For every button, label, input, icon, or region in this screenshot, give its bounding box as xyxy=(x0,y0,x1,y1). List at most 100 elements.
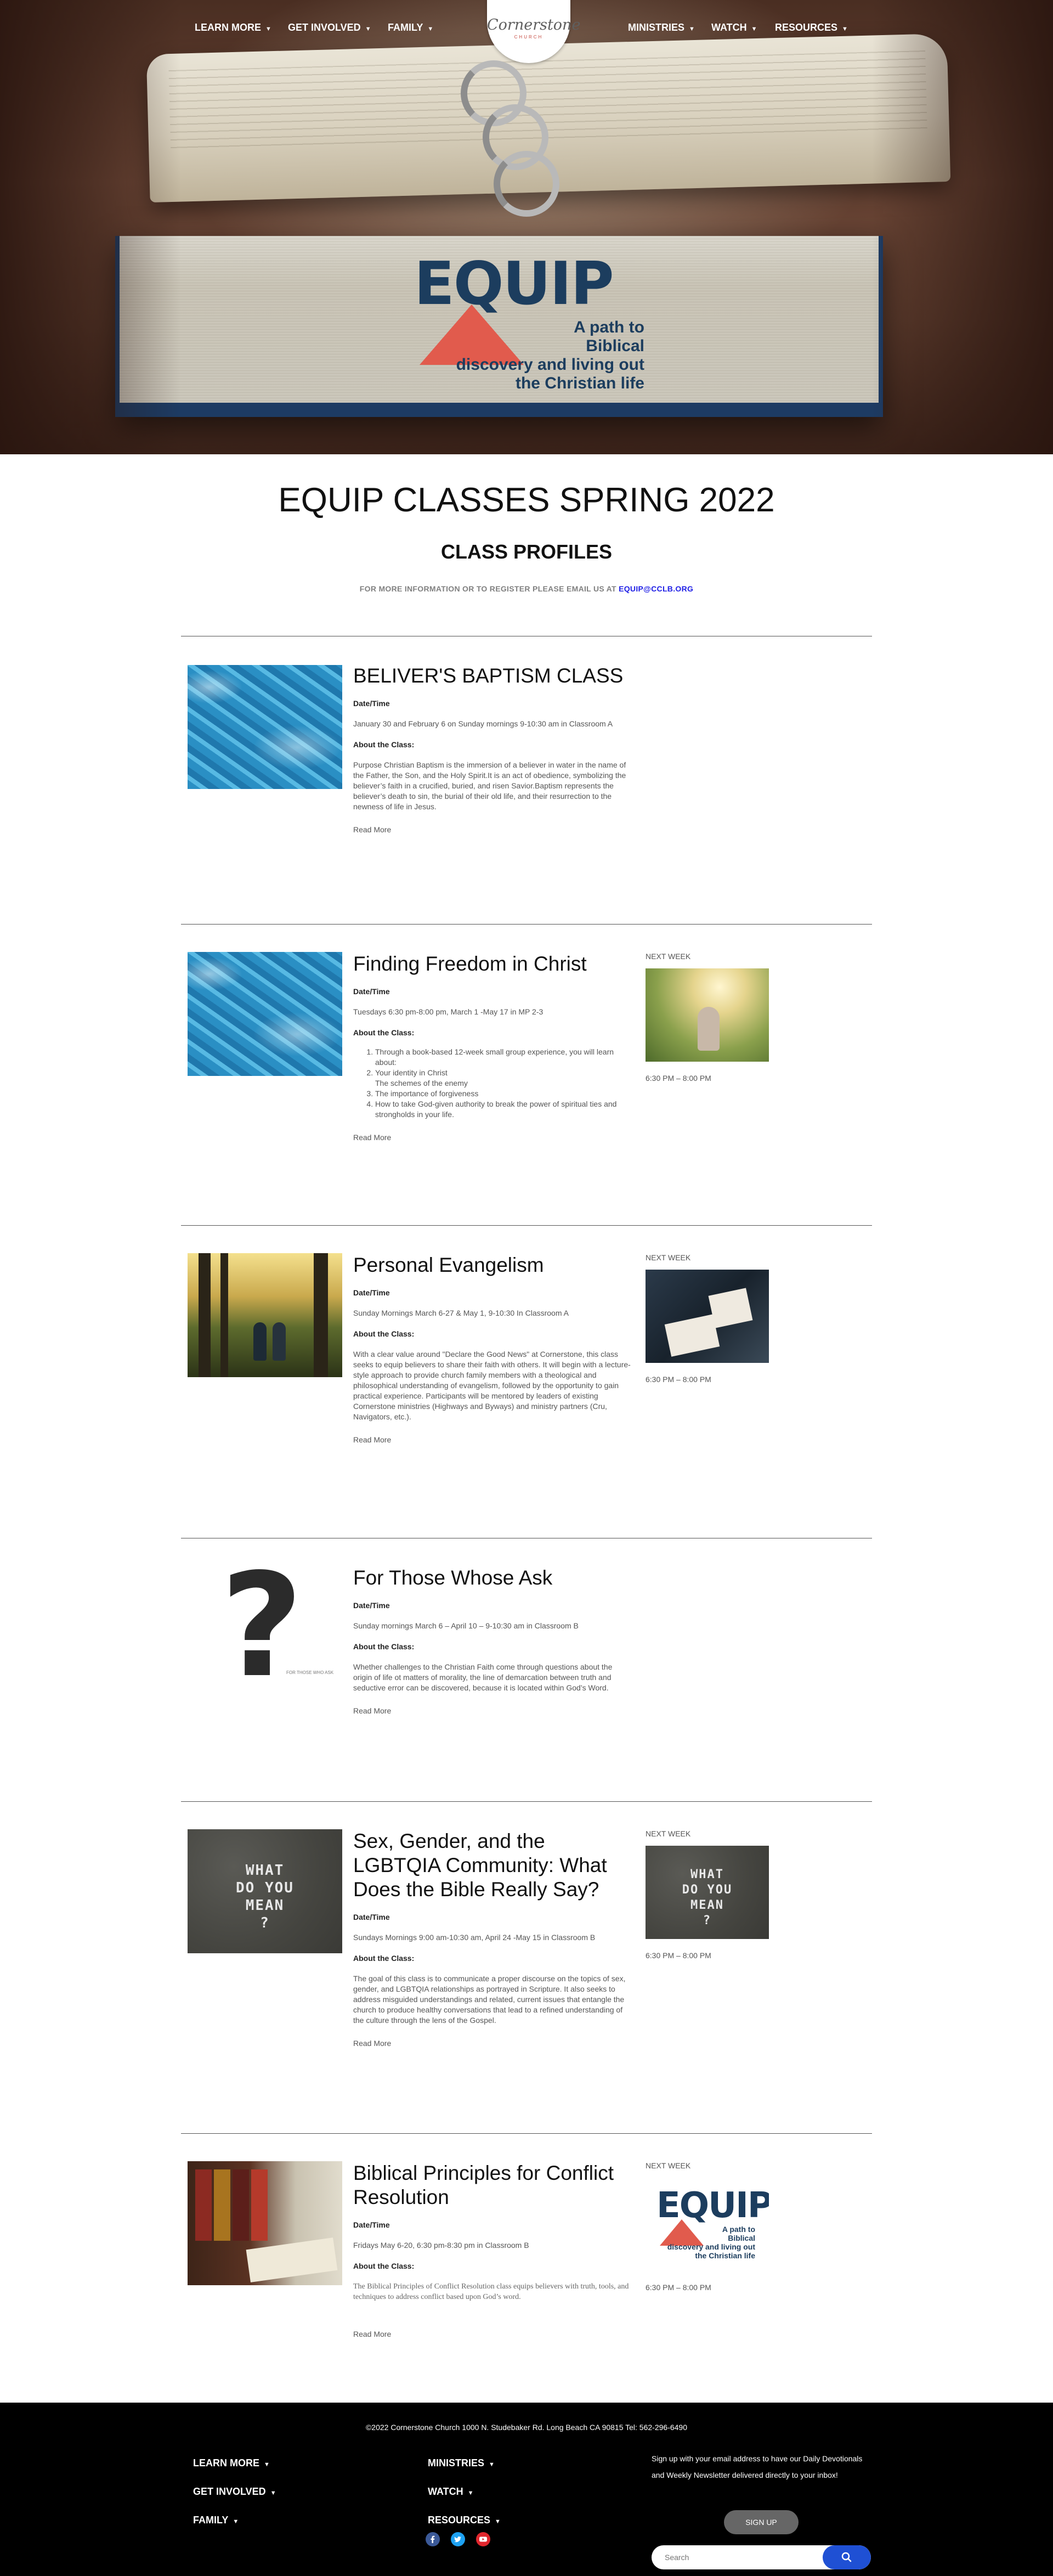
class-title: Biblical Principles for Conflict Resolut… xyxy=(353,2162,614,2208)
equip-logo-tagline: A path to Biblical discovery and living … xyxy=(456,318,644,392)
nav-watch[interactable]: WATCH ▼ xyxy=(711,22,757,33)
chevron-down-icon: ▼ xyxy=(270,2490,276,2496)
chevron-down-icon: ▼ xyxy=(264,2461,270,2468)
datetime-label: Date/Time xyxy=(353,2220,390,2229)
books-image xyxy=(188,2161,342,2285)
class-section-those-who-ask: ? FOR THOSE WHO ASK For Those Whose Ask … xyxy=(181,1538,872,1801)
facebook-icon[interactable] xyxy=(426,2532,440,2546)
twitter-icon[interactable] xyxy=(451,2532,465,2546)
class-content: Sex, Gender, and the LGBTQIA Community: … xyxy=(353,1829,633,2049)
chevron-down-icon: ▼ xyxy=(751,26,757,32)
class-points-list: Through a book-based 12-week small group… xyxy=(353,1047,633,1120)
class-title: BELIVER'S BAPTISM CLASS xyxy=(353,664,624,687)
nav-family[interactable]: FAMILY ▼ xyxy=(388,22,433,33)
class-datetime: Fridays May 6-20, 6:30 pm-8:30 pm in Cla… xyxy=(353,2241,529,2250)
next-week-label: NEXT WEEK xyxy=(646,1829,691,1838)
class-title: Sex, Gender, and the LGBTQIA Community: … xyxy=(353,1830,607,1901)
datetime-label: Date/Time xyxy=(353,699,390,708)
newsletter-description: Sign up with your email address to have … xyxy=(652,2454,863,2479)
read-more-link[interactable]: Read More xyxy=(353,1133,391,1142)
about-label: About the Class: xyxy=(353,1329,415,1338)
read-more-link[interactable]: Read More xyxy=(353,825,391,834)
email-link[interactable]: EQUIP@CCLB.ORG xyxy=(619,584,693,593)
youtube-icon[interactable] xyxy=(476,2532,490,2546)
list-item: The importance of forgiveness xyxy=(375,1089,633,1099)
about-label: About the Class: xyxy=(353,2262,415,2270)
forest-path-image xyxy=(188,1253,342,1377)
next-week-label: NEXT WEEK xyxy=(646,2161,691,2170)
equip-logo: EQUIP A path to Biblical discovery and l… xyxy=(414,250,644,398)
pool-water-image xyxy=(188,665,342,789)
class-content: Finding Freedom in Christ Date/Time Tues… xyxy=(353,952,633,1143)
footer-nav-ministries[interactable]: MINISTRIES ▼ xyxy=(428,2457,495,2469)
next-week-label: NEXT WEEK xyxy=(646,952,691,961)
class-datetime: Sunday Mornings March 6-27 & May 1, 9-10… xyxy=(353,1309,569,1317)
list-item: How to take God-given authority to break… xyxy=(375,1099,633,1120)
class-title: Personal Evangelism xyxy=(353,1254,544,1276)
about-label: About the Class: xyxy=(353,1954,415,1963)
next-week-time: 6:30 PM – 8:00 PM xyxy=(646,1375,711,1384)
datetime-label: Date/Time xyxy=(353,987,390,996)
read-more-link[interactable]: Read More xyxy=(353,1706,391,1715)
search-button[interactable] xyxy=(823,2545,871,2569)
footer-nav-family[interactable]: FAMILY ▼ xyxy=(193,2515,239,2526)
page-subtitle: CLASS PROFILES xyxy=(440,540,613,563)
next-week-time: 6:30 PM – 8:00 PM xyxy=(646,2283,711,2292)
datetime-label: Date/Time xyxy=(353,1288,390,1297)
nav-get-involved[interactable]: GET INVOLVED ▼ xyxy=(288,22,371,33)
sign-up-button[interactable]: SIGN UP xyxy=(724,2510,799,2534)
about-label: About the Class: xyxy=(353,740,415,749)
site-footer: ©2022 Cornerstone Church 1000 N. Studeba… xyxy=(0,2403,1053,2576)
chevron-down-icon: ▼ xyxy=(689,26,695,32)
footer-nav-learn-more[interactable]: LEARN MORE ▼ xyxy=(193,2457,270,2469)
datetime-label: Date/Time xyxy=(353,1913,390,1921)
class-datetime: January 30 and February 6 on Sunday morn… xyxy=(353,719,613,728)
read-more-link[interactable]: Read More xyxy=(353,1435,391,1444)
chalk-pavement-image: WHAT DO YOU MEAN ? xyxy=(188,1829,342,1953)
next-week-panel: NEXT WEEK EQUIP A path to Biblical disco… xyxy=(646,2161,772,2292)
footer-search xyxy=(652,2545,871,2569)
pool-water-image xyxy=(188,952,342,1076)
chalk-pavement-image[interactable]: WHAT DO YOU MEAN ? xyxy=(646,1846,769,1939)
praying-man-image[interactable] xyxy=(646,968,769,1062)
chevron-down-icon: ▼ xyxy=(489,2461,495,2468)
equip-logo-image[interactable]: EQUIP A path to Biblical discovery and l… xyxy=(646,2178,769,2271)
class-content: BELIVER'S BAPTISM CLASS Date/Time Januar… xyxy=(353,664,633,835)
binder-ring xyxy=(494,151,559,217)
class-section-finding-freedom: Finding Freedom in Christ Date/Time Tues… xyxy=(181,924,872,1225)
footer-nav-get-involved[interactable]: GET INVOLVED ▼ xyxy=(193,2486,276,2498)
about-label: About the Class: xyxy=(353,1642,415,1651)
nav-resources[interactable]: RESOURCES ▼ xyxy=(775,22,848,33)
class-description: The Biblical Principles of Conflict Reso… xyxy=(353,2282,629,2301)
nav-ministries[interactable]: MINISTRIES ▼ xyxy=(628,22,695,33)
list-item: Through a book-based 12-week small group… xyxy=(375,1047,633,1068)
class-datetime: Sunday mornings March 6 – April 10 – 9-1… xyxy=(353,1621,579,1630)
main-content: EQUIP CLASSES SPRING 2022 CLASS PROFILES… xyxy=(0,481,1053,2410)
next-week-time: 6:30 PM – 8:00 PM xyxy=(646,1951,711,1960)
class-description: Whether challenges to the Christian Fait… xyxy=(353,1662,613,1692)
contact-line: FOR MORE INFORMATION OR TO REGISTER PLEA… xyxy=(359,584,694,593)
nav-learn-more[interactable]: LEARN MORE ▼ xyxy=(195,22,271,33)
footer-nav-watch[interactable]: WATCH ▼ xyxy=(428,2486,474,2498)
chevron-down-icon: ▼ xyxy=(233,2518,239,2525)
chevron-down-icon: ▼ xyxy=(842,26,848,32)
site-logo[interactable]: Cornerstone CHURCH xyxy=(487,0,580,63)
class-description: The goal of this class is to communicate… xyxy=(353,1974,626,2025)
bible-study-image[interactable] xyxy=(646,1270,769,1363)
class-content: Personal Evangelism Date/Time Sunday Mor… xyxy=(353,1253,633,1445)
class-section-evangelism: Personal Evangelism Date/Time Sunday Mor… xyxy=(181,1225,872,1538)
read-more-link[interactable]: Read More xyxy=(353,2039,391,2048)
read-more-link[interactable]: Read More xyxy=(353,2330,391,2338)
top-navigation: LEARN MORE ▼ GET INVOLVED ▼ FAMILY ▼ Corner… xyxy=(0,0,1053,63)
class-datetime: Sundays Mornings 9:00 am-10:30 am, April… xyxy=(353,1933,596,1942)
next-week-label: NEXT WEEK xyxy=(646,1253,691,1262)
class-description: Purpose Christian Baptism is the immersi… xyxy=(353,760,626,811)
chevron-down-icon: ▼ xyxy=(365,26,371,32)
datetime-label: Date/Time xyxy=(353,1601,390,1610)
next-week-panel: NEXT WEEK 6:30 PM – 8:00 PM xyxy=(646,1253,772,1384)
footer-nav-resources[interactable]: RESOURCES ▼ xyxy=(428,2515,501,2526)
chevron-down-icon: ▼ xyxy=(265,26,271,32)
search-input[interactable] xyxy=(665,2552,807,2563)
class-title: Finding Freedom in Christ xyxy=(353,952,587,975)
search-icon xyxy=(841,2552,852,2562)
